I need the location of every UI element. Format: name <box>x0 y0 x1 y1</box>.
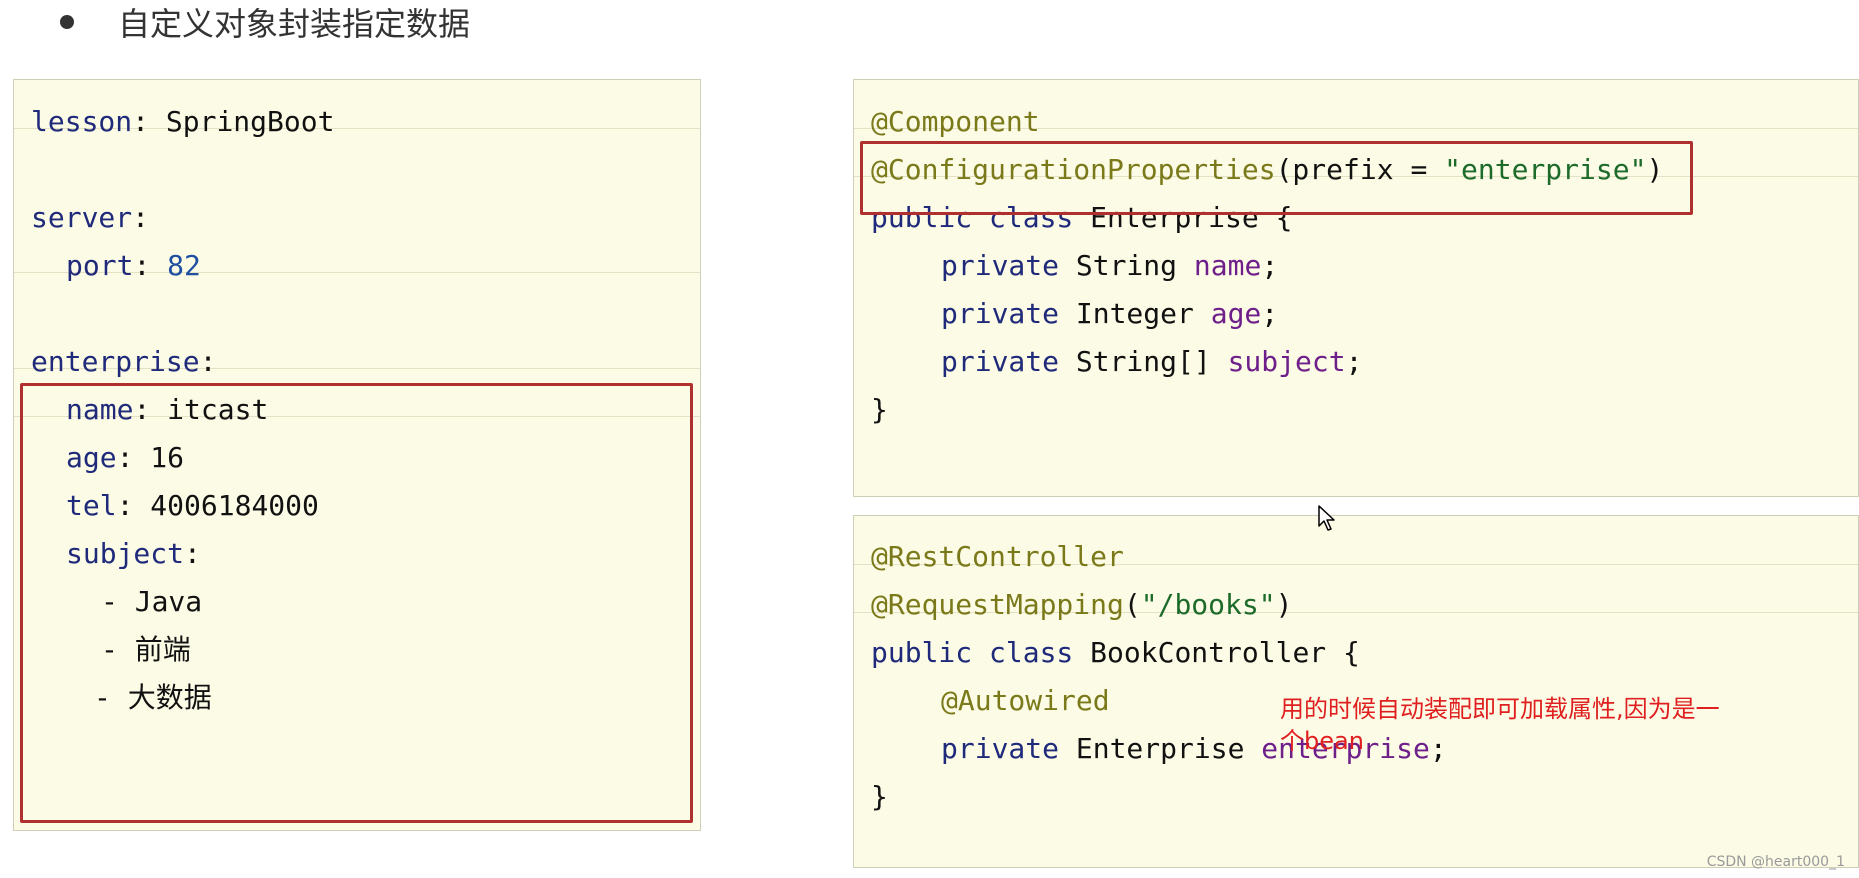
rest-controller-annotation: @RestController <box>871 540 1124 573</box>
slide-title: 自定义对象封装指定数据 <box>60 0 470 44</box>
controller-class-declaration: public class BookController { <box>871 636 1360 669</box>
component-annotation: @Component <box>871 105 1040 138</box>
controller-close-brace: } <box>871 780 888 813</box>
slide: 自定义对象封装指定数据 lesson: SpringBoot server: p… <box>0 0 1859 878</box>
enterprise-highlight-box <box>20 383 693 823</box>
annotation-note: 用的时候自动装配即可加载属性,因为是一个bean <box>1280 695 1720 755</box>
autowired-annotation: @Autowired <box>941 684 1110 717</box>
yaml-config-panel: lesson: SpringBoot server: port: 82 ente… <box>13 79 701 831</box>
yaml-line-enterprise: enterprise: <box>31 345 217 378</box>
request-mapping-annotation: @RequestMapping("/books") <box>871 588 1293 621</box>
configuration-properties-highlight-box <box>860 141 1693 215</box>
title-text: 自定义对象封装指定数据 <box>118 5 471 43</box>
bullet-icon <box>60 15 74 29</box>
yaml-line-port: port: 82 <box>66 249 201 282</box>
field-declaration: private String name; <box>941 249 1279 282</box>
enterprise-class-panel: @Component @ConfigurationProperties(pref… <box>853 79 1859 497</box>
book-controller-panel: @RestController @RequestMapping("/books"… <box>853 515 1859 868</box>
field-declaration: private String[] subject; <box>941 345 1363 378</box>
field-declaration: private Integer age; <box>941 297 1279 330</box>
yaml-line-server: server: <box>31 201 150 234</box>
mouse-pointer-icon <box>1318 505 1335 531</box>
class-close-brace: } <box>871 393 888 426</box>
watermark: CSDN @heart000_1 <box>1706 854 1845 870</box>
yaml-line-lesson: lesson: SpringBoot <box>31 105 335 138</box>
